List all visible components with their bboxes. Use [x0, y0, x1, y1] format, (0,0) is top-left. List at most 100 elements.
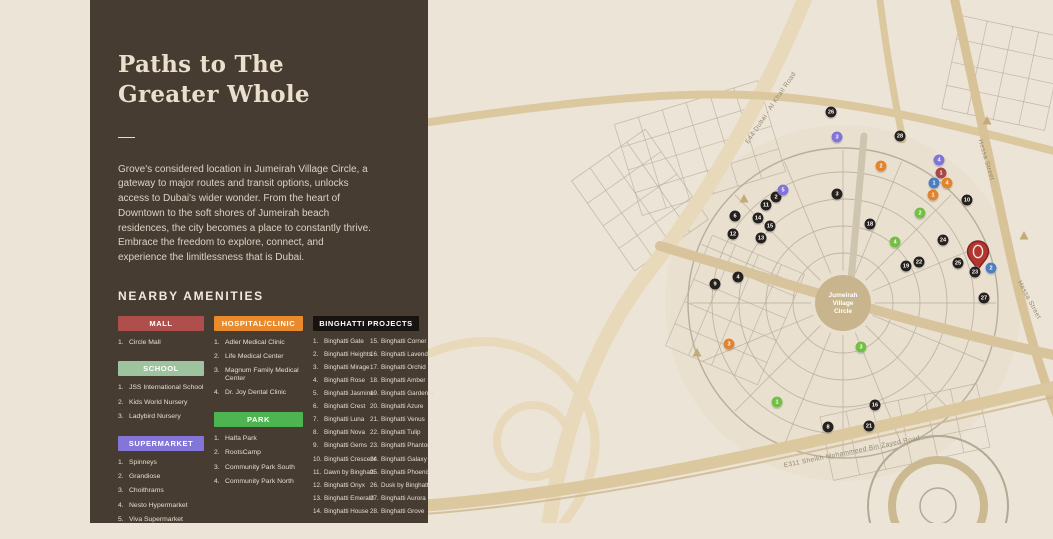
item-label: Binghatti Phoenix	[381, 470, 430, 477]
binghatti-projects-list-a: 1.Binghatti Gate2.Binghatti Heights3.Bin…	[313, 339, 369, 523]
item-number: 7.	[313, 417, 324, 424]
item-label: Binghatti Nova	[324, 430, 365, 437]
amenity-item: 2.RootsCamp	[214, 449, 303, 457]
item-label: Binghatti Phantom	[381, 443, 432, 450]
project-item: 9.Binghatti Gems	[313, 443, 369, 450]
item-number: 17.	[370, 365, 381, 372]
item-label: Binghatti Tulip	[381, 430, 421, 437]
amenity-item: 2.Kids World Nursery	[118, 399, 204, 407]
item-number: 8.	[313, 430, 324, 437]
amenity-item: 1.Spinneys	[118, 459, 204, 467]
amenity-category-school: SCHOOL 1.JSS International School 2.Kids W…	[118, 361, 204, 420]
project-item: 16.Binghatti Lavender	[370, 352, 420, 359]
amenity-item: 2.Life Medical Center	[214, 353, 303, 361]
item-label: Grandiose	[129, 473, 160, 481]
category-header: SCHOOL	[118, 361, 204, 376]
amenity-item: 4.Dr. Joy Dental Clinic	[214, 389, 303, 397]
item-number: 22.	[370, 430, 381, 437]
category-header: HOSPITAL/CLINIC	[214, 316, 303, 331]
amenity-item: 4.Community Park North	[214, 478, 303, 486]
item-number: 4.	[118, 502, 129, 510]
item-number: 18.	[370, 378, 381, 385]
item-number: 15.	[370, 339, 381, 346]
item-number: 20.	[370, 404, 381, 411]
item-label: Ladybird Nursery	[129, 413, 181, 421]
item-label: Binghatti Onyx	[324, 483, 365, 490]
project-item: 24.Binghatti Galaxy	[370, 457, 420, 464]
item-number: 14.	[313, 509, 324, 516]
item-number: 1.	[214, 435, 225, 443]
item-number: 27.	[370, 496, 381, 503]
category-header: SUPERMARKET	[118, 436, 204, 451]
project-item: 22.Binghatti Tulip	[370, 430, 420, 437]
item-number: 13.	[313, 496, 324, 503]
item-label: JSS International School	[129, 384, 203, 392]
page-title-line2: Greater Whole	[118, 81, 310, 108]
amenity-item: 1.JSS International School	[118, 384, 204, 392]
item-label: Dawn by Binghatti	[324, 470, 375, 477]
item-number: 25.	[370, 470, 381, 477]
item-label: Binghatti Venus	[381, 417, 425, 424]
project-item: 15.Binghatti Corner	[370, 339, 420, 346]
item-number: 3.	[313, 365, 324, 372]
item-label: Binghatti Galaxy	[381, 457, 427, 464]
project-item: 6.Binghatti Crest	[313, 404, 369, 411]
amenity-item: 3.Magnum Family Medical Center	[214, 367, 303, 383]
project-item: 28.Binghatti Grove	[370, 509, 420, 516]
category-header: PARK	[214, 412, 303, 427]
project-item: 13.Binghatti Emerald	[313, 496, 369, 503]
item-number: 1.	[313, 339, 324, 346]
item-number: 23.	[370, 443, 381, 450]
category-item-list: 1.Spinneys2.Grandiose3.Choithrams4.Nesto…	[118, 459, 204, 524]
amenity-item: 3.Choithrams	[118, 487, 204, 495]
project-item: 4.Binghatti Rose	[313, 378, 369, 385]
project-item: 21.Binghatti Venus	[370, 417, 420, 424]
item-label: Magnum Family Medical Center	[225, 367, 303, 383]
category-item-list: 1.Adler Medical Clinic2.Life Medical Cen…	[214, 339, 303, 398]
item-label: Binghatti Azure	[381, 404, 423, 411]
project-item: 27.Binghatti Aurora	[370, 496, 420, 503]
project-item: 20.Binghatti Azure	[370, 404, 420, 411]
amenities-heading: NEARBY AMENITIES	[118, 289, 428, 303]
project-item: 1.Binghatti Gate	[313, 339, 369, 346]
project-item: 8.Binghatti Nova	[313, 430, 369, 437]
category-header: MALL	[118, 316, 204, 331]
item-label: Binghatti Amber	[381, 378, 425, 385]
item-number: 4.	[214, 478, 225, 486]
item-number: 2.	[214, 353, 225, 361]
amenities-column-1: MALL1.Circle MallSCHOOL1.JSS Internation…	[118, 316, 204, 539]
project-item: 3.Binghatti Mirage	[313, 365, 369, 372]
binghatti-projects-lists: 1.Binghatti Gate2.Binghatti Heights3.Bin…	[313, 331, 419, 523]
amenity-item: 2.Grandiose	[118, 473, 204, 481]
project-item: 18.Binghatti Amber	[370, 378, 420, 385]
project-item: 2.Binghatti Heights	[313, 352, 369, 359]
item-number: 2.	[118, 399, 129, 407]
item-label: Binghatti Rose	[324, 378, 365, 385]
item-label: Binghatti Jasmine	[324, 391, 374, 398]
project-item: 7.Binghatti Luna	[313, 417, 369, 424]
item-number: 26.	[370, 483, 381, 490]
item-label: Binghatti Orchid	[381, 365, 426, 372]
item-number: 3.	[214, 464, 225, 472]
amenity-category-hospital-clinic: HOSPITAL/CLINIC 1.Adler Medical Clinic2.L…	[214, 316, 303, 398]
item-label: Binghatti Lavender	[381, 352, 434, 359]
project-item: 23.Binghatti Phantom	[370, 443, 420, 450]
intro-paragraph: Grove's considered location in Jumeirah …	[118, 163, 372, 266]
binghatti-projects-list-b: 15.Binghatti Corner 16.Binghatti Lavender…	[370, 339, 420, 523]
item-number: 12.	[313, 483, 324, 490]
amenities-column-2: HOSPITAL/CLINIC 1.Adler Medical Clinic2.L…	[214, 316, 303, 539]
item-number: 3.	[118, 413, 129, 421]
project-item: 19.Binghatti Gardenia	[370, 391, 420, 398]
item-number: 28.	[370, 509, 381, 516]
page-title: Paths to The Greater Whole	[118, 50, 428, 110]
amenities-grid: MALL1.Circle MallSCHOOL1.JSS Internation…	[118, 316, 428, 539]
amenity-item: 3.Ladybird Nursery	[118, 413, 204, 421]
amenity-category-park: PARK1.Halfa Park2.RootsCamp3.Community P…	[214, 412, 303, 486]
item-number: 16.	[370, 352, 381, 359]
item-label: Spinneys	[129, 459, 157, 467]
item-label: Binghatti Grove	[381, 509, 424, 516]
item-label: Binghatti Luna	[324, 417, 364, 424]
item-label: Kids World Nursery	[129, 399, 187, 407]
project-item: 11.Dawn by Binghatti	[313, 470, 369, 477]
item-label: Choithrams	[129, 487, 164, 495]
